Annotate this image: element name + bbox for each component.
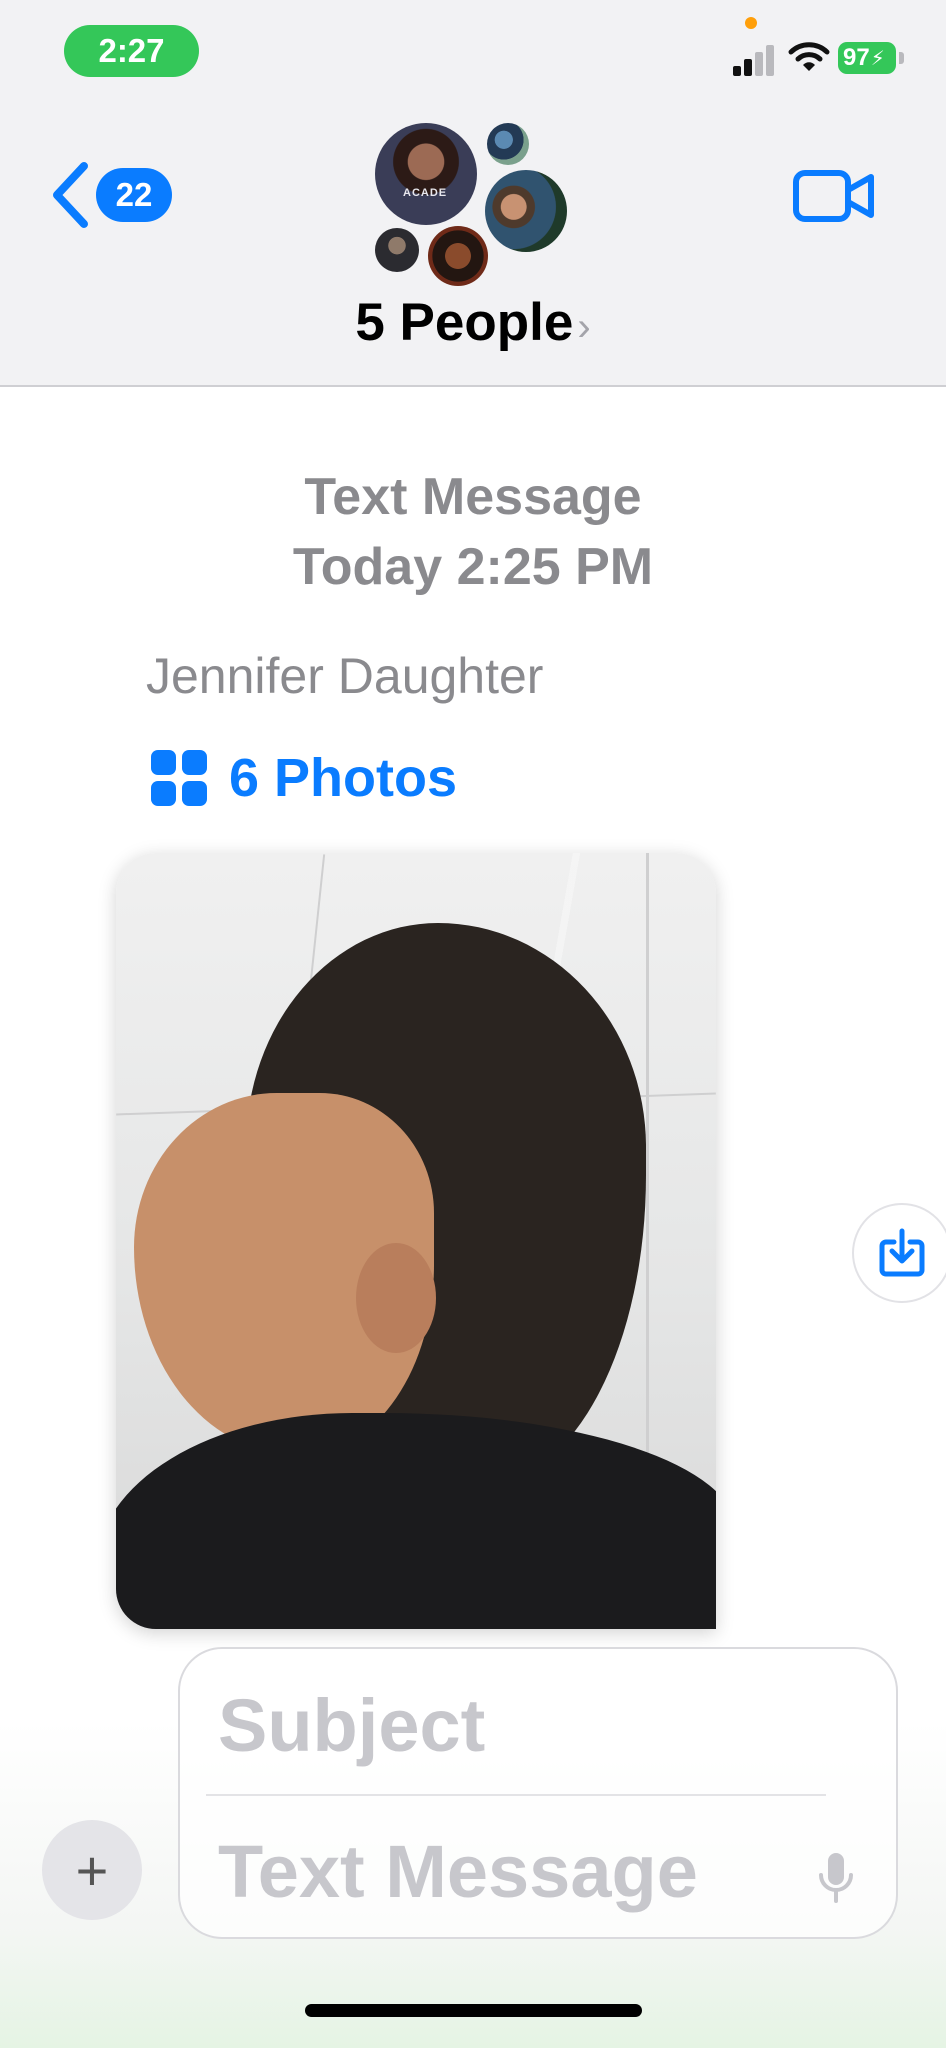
photo-thumbnail[interactable] <box>116 853 716 1629</box>
back-button[interactable]: 22 <box>48 160 172 230</box>
conversation-header: 2:27 97 ⚡ 22 ACADE 5 People › <box>0 0 946 387</box>
photos-grid-link[interactable]: 6 Photos <box>151 746 457 810</box>
composer-divider <box>206 1794 826 1796</box>
plus-icon: + <box>75 1838 109 1902</box>
conversation-title-text: 5 People <box>355 293 574 352</box>
photo-subject-cape <box>116 1413 716 1629</box>
group-avatars[interactable]: ACADE <box>375 120 575 288</box>
microphone-icon[interactable] <box>816 1849 856 1909</box>
message-field[interactable]: Text Message <box>218 1829 698 1914</box>
save-button[interactable] <box>852 1203 946 1303</box>
unread-count: 22 <box>115 176 153 213</box>
avatar-2 <box>487 123 529 165</box>
privacy-indicator-dot <box>745 17 757 29</box>
chevron-left-icon <box>53 162 88 228</box>
message-composer: Subject Text Message <box>178 1647 898 1939</box>
avatar-5 <box>428 226 488 286</box>
message-timestamp: Today 2:25 PM <box>292 538 654 596</box>
video-camera-icon[interactable] <box>793 168 875 224</box>
status-time: 2:27 <box>64 25 199 77</box>
add-attachment-button[interactable]: + <box>42 1820 142 1920</box>
wifi-icon <box>788 42 830 71</box>
avatar-4 <box>375 228 419 272</box>
subject-field[interactable]: Subject <box>218 1683 485 1768</box>
sender-name: Jennifer Daughter <box>146 648 544 704</box>
chevron-right-icon: › <box>577 305 591 349</box>
unread-count-badge: 22 <box>96 168 172 222</box>
save-download-icon <box>879 1228 925 1277</box>
cellular-signal-icon <box>733 44 777 76</box>
avatar-3 <box>485 170 567 252</box>
photo-subject-ear <box>356 1243 436 1353</box>
photo-stack[interactable] <box>116 853 816 1633</box>
message-service: Text Message <box>304 468 642 526</box>
status-time-text: 2:27 <box>98 32 165 69</box>
grid-icon <box>151 750 207 806</box>
battery-nub <box>899 52 904 64</box>
charging-bolt-icon: ⚡ <box>870 47 885 70</box>
battery-level: 97 <box>843 44 870 71</box>
avatar-1: ACADE <box>375 123 477 225</box>
avatar-1-shirt-text: ACADE <box>403 187 448 199</box>
home-indicator[interactable] <box>305 2004 642 2017</box>
conversation-title[interactable]: 5 People › <box>0 292 946 353</box>
photos-count-label: 6 Photos <box>229 748 458 808</box>
message-meta: Text Message Today 2:25 PM <box>0 462 946 602</box>
battery-icon: 97 ⚡ <box>838 42 896 74</box>
